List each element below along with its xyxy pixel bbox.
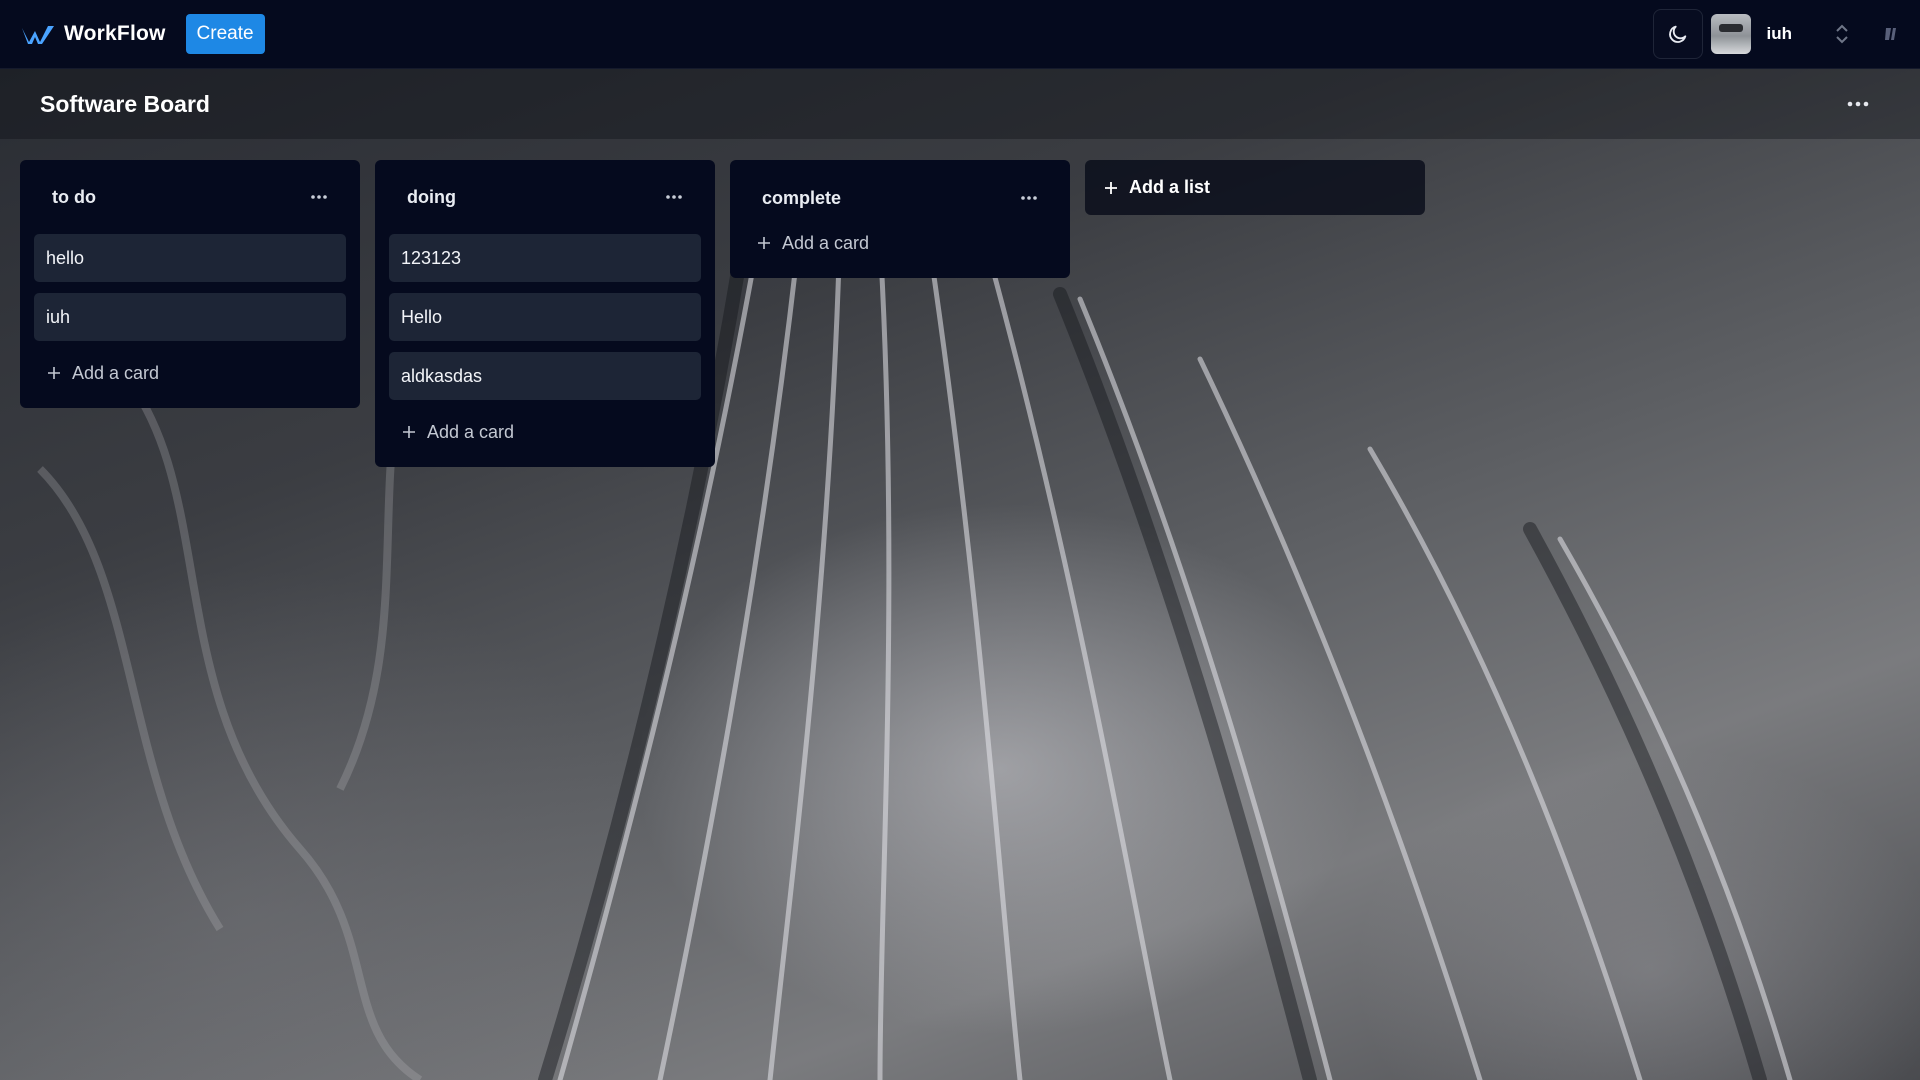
plus-icon [403,426,415,438]
add-card-button[interactable]: Add a card [34,352,346,394]
theme-toggle-button[interactable] [1652,9,1703,59]
list-title[interactable]: complete [762,188,841,209]
app-root: WorkFlow Create iuh Software Board to do… [0,0,1920,1080]
workflow-logo-icon [22,26,54,44]
app-name: WorkFlow [64,22,166,45]
user-avatar[interactable] [1710,14,1751,54]
list-complete: complete Add a card [730,160,1070,278]
list-header: to do [34,160,346,234]
list-to-do: to do hello iuh Add a card [20,160,360,408]
plus-icon [48,367,60,379]
list-title[interactable]: doing [407,187,456,208]
create-button[interactable]: Create [185,14,265,54]
board-title[interactable]: Software Board [40,91,210,118]
user-name: iuh [1766,24,1793,43]
plus-icon [758,237,770,249]
list-header: doing [389,160,701,234]
moon-icon [1668,25,1686,43]
add-list-button[interactable]: Add a list [1085,160,1425,215]
more-horizontal-icon[interactable] [1846,99,1870,109]
more-horizontal-icon[interactable] [1020,195,1038,201]
card[interactable]: iuh [34,293,346,341]
add-card-button[interactable]: Add a card [744,222,1056,264]
list-doing: doing 123123 Hello aldkasdas Add a card [375,160,715,467]
app-logo[interactable]: WorkFlow [20,22,166,46]
add-list-label: Add a list [1129,177,1211,197]
board-header: Software Board [0,69,1920,139]
add-card-label: Add a card [427,421,515,442]
more-horizontal-icon[interactable] [665,194,683,200]
card[interactable]: hello [34,234,346,282]
top-navigation-bar: WorkFlow Create iuh [0,0,1920,69]
card[interactable]: Hello [389,293,701,341]
list-title[interactable]: to do [52,187,96,208]
card[interactable]: 123123 [389,234,701,282]
plus-icon [1105,181,1117,194]
topbar-right-group: iuh [1652,9,1901,59]
add-card-label: Add a card [72,362,160,383]
more-horizontal-icon[interactable] [310,194,328,200]
sidebar-handle-icon[interactable] [1882,25,1900,43]
board-lists: to do hello iuh Add a card doing 123123 … [20,160,1425,467]
add-card-label: Add a card [782,232,870,253]
chevron-up-down-icon[interactable] [1834,22,1850,46]
add-card-button[interactable]: Add a card [389,411,701,453]
card[interactable]: aldkasdas [389,352,701,400]
